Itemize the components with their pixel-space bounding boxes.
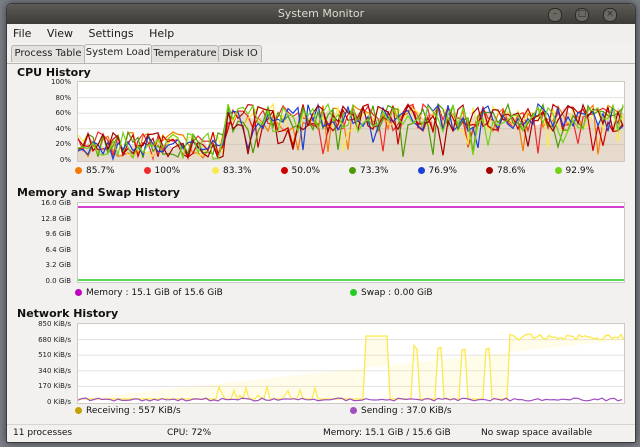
network-history-title: Network History <box>17 307 119 320</box>
cpu-history-plot <box>78 97 624 161</box>
cpu-legend-item: 85.7% <box>75 166 115 176</box>
cpu-swatch <box>280 167 288 174</box>
memory-y-tick: 0.0 GiB <box>45 277 71 285</box>
cpu-y-tick: 60% <box>55 109 71 118</box>
menu-help[interactable]: Help <box>143 24 180 40</box>
cpu-legend-value: 50.0% <box>291 166 321 176</box>
network-y-tick: 340 KiB/s <box>38 366 71 375</box>
title-bar[interactable]: System Monitor – □ × <box>7 4 635 24</box>
memory-graph <box>77 202 625 283</box>
maximize-icon[interactable]: □ <box>575 8 589 22</box>
receiving-swatch <box>75 407 82 414</box>
cpu-swatch <box>417 167 425 174</box>
cpu-legend-value: 100% <box>154 166 181 176</box>
cpu-swatch <box>143 167 151 174</box>
cpu-legend-item: 100% <box>143 166 181 176</box>
network-y-tick: 510 KiB/s <box>38 351 71 360</box>
cpu-legend-value: 76.9% <box>428 166 458 176</box>
cpu-swatch <box>349 167 356 174</box>
menu-view[interactable]: View <box>41 24 79 40</box>
minimize-icon[interactable]: – <box>548 8 562 22</box>
cpu-swatch <box>212 167 219 174</box>
network-history-plot <box>78 333 624 402</box>
cpu-graph <box>77 81 625 162</box>
status-bar: 11 processes CPU: 72% Memory: 15.1 GiB /… <box>7 424 635 442</box>
cpu-swatch <box>75 167 82 174</box>
cpu-legend-item: 76.9% <box>417 166 458 176</box>
memory-y-tick: 3.2 GiB <box>45 261 71 270</box>
memory-y-tick: 6.4 GiB <box>45 245 71 254</box>
sending-legend-item: Sending : 37.0 KiB/s <box>350 406 452 416</box>
receiving-line <box>78 333 624 401</box>
network-graph <box>77 323 625 404</box>
network-y-tick: 170 KiB/s <box>38 382 71 391</box>
memory-y-tick: 12.8 GiB <box>41 214 71 223</box>
tab-process-table[interactable]: Process Table <box>11 45 85 62</box>
cpu-legend-item: 83.3% <box>212 166 252 176</box>
network-y-tick: 850 KiB/s <box>38 320 71 328</box>
memory-legend-item: Memory : 15.1 GiB of 15.6 GiB <box>75 288 223 298</box>
cpu-y-tick: 100% <box>50 78 71 86</box>
cpu-legend-item: 50.0% <box>280 166 321 176</box>
cpu-y-tick: 20% <box>55 140 71 149</box>
cpu-legend-value: 78.6% <box>497 166 526 176</box>
cpu-swatch <box>554 167 562 174</box>
swap-swatch <box>350 289 357 296</box>
memory-y-tick: 9.6 GiB <box>45 230 71 239</box>
cpu-swatch <box>486 167 493 174</box>
receiving-legend-item: Receiving : 557 KiB/s <box>75 406 181 416</box>
tab-temperature[interactable]: Temperature <box>151 45 219 62</box>
cpu-y-tick: 80% <box>55 93 71 102</box>
sending-legend-label: Sending : 37.0 KiB/s <box>361 406 452 416</box>
cpu-legend-value: 83.3% <box>223 166 252 176</box>
cpu-y-tick: 40% <box>55 124 71 133</box>
network-y-tick: 0 KiB/s <box>46 398 71 406</box>
cpu-legend-item: 92.9% <box>554 166 595 176</box>
cpu-legend-value: 92.9% <box>565 166 595 176</box>
memory-y-tick: 16.0 GiB <box>41 199 71 207</box>
swap-legend-label: Swap : 0.00 GiB <box>361 288 433 298</box>
tab-system-load[interactable]: System Load <box>84 44 152 63</box>
menu-settings[interactable]: Settings <box>83 24 140 40</box>
system-monitor-window: System Monitor – □ × File View Settings … <box>6 3 636 443</box>
memory-history-title: Memory and Swap History <box>17 186 180 199</box>
status-cpu: CPU: 72% <box>167 428 212 438</box>
cpu-legend-item: 78.6% <box>486 166 526 176</box>
tab-bar: Process Table System Load Temperature Di… <box>7 43 635 64</box>
memory-history-plot <box>78 206 624 281</box>
receiving-legend-label: Receiving : 557 KiB/s <box>86 406 181 416</box>
cpu-legend-value: 85.7% <box>86 166 115 176</box>
swap-legend-item: Swap : 0.00 GiB <box>350 288 433 298</box>
network-y-tick: 680 KiB/s <box>38 335 71 344</box>
menu-bar: File View Settings Help <box>7 24 635 43</box>
memory-swatch <box>75 289 82 296</box>
sending-swatch <box>350 407 357 414</box>
menu-file[interactable]: File <box>7 24 37 40</box>
status-swap: No swap space available <box>481 428 593 438</box>
cpu-y-tick: 0% <box>59 156 71 164</box>
close-icon[interactable]: × <box>603 8 617 22</box>
status-processes: 11 processes <box>13 428 73 438</box>
cpu-legend-value: 73.3% <box>360 166 389 176</box>
memory-legend-label: Memory : 15.1 GiB of 15.6 GiB <box>86 288 223 298</box>
status-memory: Memory: 15.1 GiB / 15.6 GiB <box>323 428 451 438</box>
cpu-legend-item: 73.3% <box>349 166 389 176</box>
tab-disk-io[interactable]: Disk IO <box>218 45 262 62</box>
window-title: System Monitor <box>277 7 365 20</box>
